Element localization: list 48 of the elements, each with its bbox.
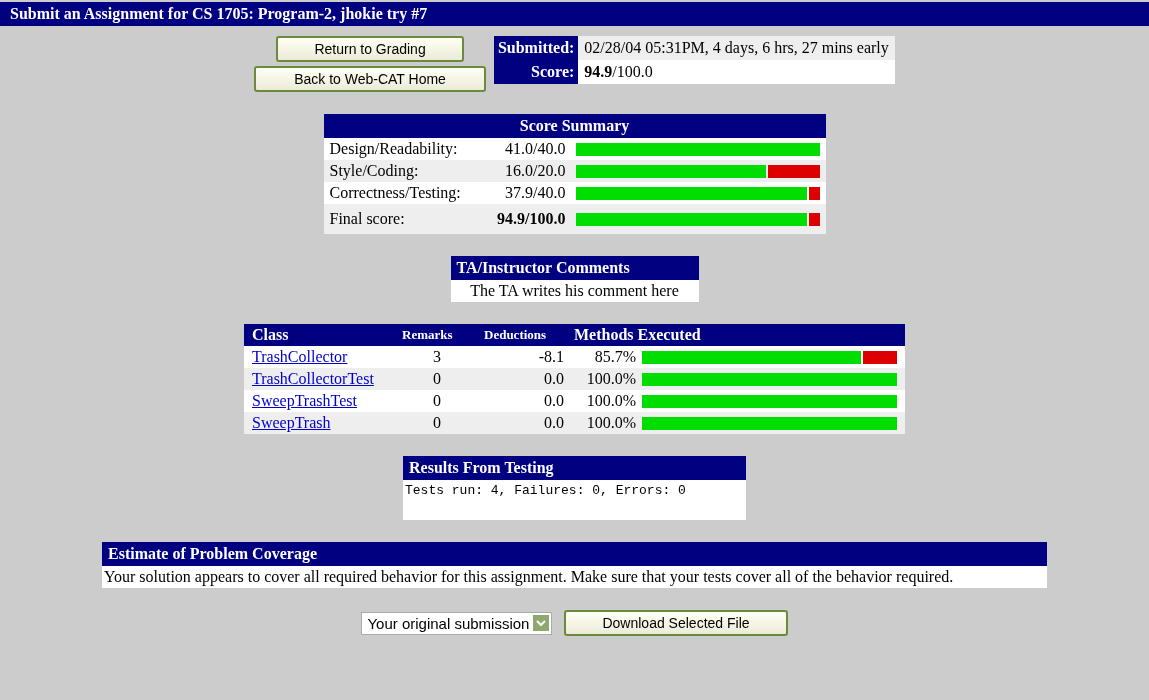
section-heading: TA/Instructor Comments [450, 256, 699, 280]
table-cell-text: 85.7% [593, 348, 637, 366]
coverage-text: Your solution appears to cover all required behavior for this assignment. Make sure that your tests cover all of the behavior required. [102, 566, 1047, 588]
score-label: Correctness/Testing: [329, 184, 462, 202]
bar-deficit [808, 186, 820, 200]
bar-deficit [809, 212, 820, 226]
info-value: 02/28/04 05:31PM, 4 days, 6 hrs, 27 mins early [578, 36, 895, 60]
section-heading: Results From Testing [403, 456, 746, 480]
column-header: Class [252, 326, 290, 344]
score-value: 16.0/20.0 [504, 162, 567, 180]
score-value: 37.9/40.0 [504, 184, 567, 202]
info-label: Submitted: [493, 36, 579, 60]
download-button[interactable]: Download Selected File [564, 610, 788, 636]
dropdown-icon [533, 615, 550, 631]
score-label: Final score: [329, 210, 406, 228]
nav-button[interactable]: Back to Web-CAT Home [254, 66, 486, 92]
bar-deficit [767, 164, 820, 178]
table-cell-text: 0.0 [543, 392, 565, 410]
page-title: Submit an Assignment for CS 1705: Program-2, jhokie try #7 [0, 2, 1149, 26]
test-results: Tests run: 4, Failures: 0, Errors: 0 [403, 480, 746, 520]
table-cell-text: 100.0% [585, 414, 637, 432]
table-cell-text: 0.0 [543, 370, 565, 388]
comment-text: The TA writes his comment here [450, 280, 699, 302]
nav-button[interactable]: Return to Grading [276, 36, 464, 62]
table-cell-text: 0 [432, 392, 442, 410]
info-label: Score: [493, 60, 579, 84]
table-cell-text: 3 [432, 348, 442, 366]
table-cell-text: -8.1 [537, 348, 565, 366]
section-heading: Estimate of Problem Coverage [102, 542, 1047, 566]
table-cell-text: 100.0% [585, 370, 637, 388]
table-cell-text: 0 [432, 370, 442, 388]
table-cell-text: 100.0% [585, 392, 637, 410]
class-link[interactable]: SweepTrashTest [252, 392, 357, 409]
class-link[interactable]: SweepTrash [252, 414, 331, 431]
class-link[interactable]: TrashCollectorTest [252, 370, 374, 387]
section-heading: Score Summary [323, 114, 826, 138]
score-value: 41.0/40.0 [504, 140, 567, 158]
score-value: 94.9/100.0 [496, 210, 567, 228]
score-label: Design/Readability: [329, 140, 459, 158]
column-header: Methods Executed [573, 326, 702, 344]
column-header: Remarks [402, 327, 454, 343]
score-label: Style/Coding: [329, 162, 420, 180]
bar-deficit [862, 350, 897, 364]
table-cell-text: 0.0 [543, 414, 565, 432]
class-link[interactable]: TrashCollector [252, 348, 348, 365]
table-cell-text: 0 [432, 414, 442, 432]
column-header: Deductions [483, 327, 548, 343]
file-select[interactable]: Your original submission [361, 611, 553, 635]
